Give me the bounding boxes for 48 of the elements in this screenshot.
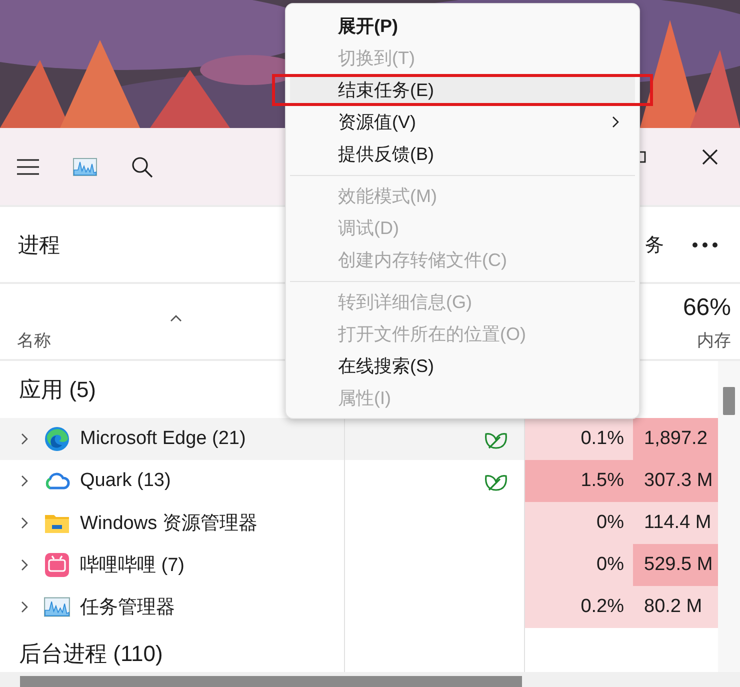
cpu-cell: 0.1%	[524, 418, 633, 460]
group-title: 后台进程 (110)	[18, 640, 164, 668]
tv-app-icon	[44, 552, 70, 578]
expand-chevron-icon[interactable]	[21, 475, 28, 487]
end-task-button[interactable]: 务	[645, 232, 664, 258]
menu-item[interactable]: 提供反馈(B)	[290, 138, 635, 170]
process-row[interactable]: 哔哩哔哩 (7) 0% 529.5 M	[0, 544, 718, 586]
cpu-cell: 0%	[524, 544, 633, 586]
activity-chart-icon	[73, 158, 97, 176]
memory-cell: 307.3 M	[633, 460, 718, 502]
menu-item[interactable]: 资源值(V)	[290, 106, 635, 138]
edge-browser-icon	[44, 426, 70, 452]
cpu-cell: 1.5%	[524, 460, 633, 502]
menu-icon[interactable]	[17, 158, 39, 174]
process-row[interactable]: Microsoft Edge (21) 0.1% 1,897.2	[0, 418, 718, 460]
search-icon[interactable]	[131, 156, 153, 178]
process-name: Microsoft Edge (21)	[80, 428, 246, 450]
process-row[interactable]: Windows 资源管理器 0% 114.4 M	[0, 502, 718, 544]
process-name: Windows 资源管理器	[80, 512, 258, 536]
expand-chevron-icon[interactable]	[21, 559, 28, 571]
group-title: 应用 (5)	[18, 376, 97, 404]
cpu-cell: 0.2%	[524, 586, 633, 628]
cloud-icon	[44, 470, 70, 492]
memory-column-header[interactable]: 内存	[697, 329, 731, 352]
memory-cell: 80.2 M	[633, 586, 718, 628]
scrollbar-thumb[interactable]	[723, 387, 735, 415]
memory-cell: 114.4 M	[633, 502, 718, 544]
menu-item[interactable]: 在线搜索(S)	[290, 350, 635, 382]
process-row[interactable]: Quark (13) 1.5% 307.3 M	[0, 460, 718, 502]
close-icon[interactable]	[702, 148, 718, 164]
process-name: 任务管理器	[80, 596, 175, 620]
activity-chart-icon	[44, 597, 70, 617]
expand-chevron-icon[interactable]	[21, 601, 28, 613]
process-name: 哔哩哔哩 (7)	[80, 554, 184, 578]
more-icon[interactable]	[692, 242, 718, 248]
menu-item[interactable]: 展开(P)	[290, 10, 635, 42]
folder-icon	[44, 512, 70, 534]
memory-cell: 529.5 M	[633, 544, 718, 586]
process-name: Quark (13)	[80, 470, 171, 492]
memory-cell: 1,897.2	[633, 418, 718, 460]
sort-caret-icon	[170, 315, 182, 322]
process-row[interactable]: 任务管理器 0.2% 80.2 M	[0, 586, 718, 628]
cpu-cell: 0%	[524, 502, 633, 544]
expand-chevron-icon[interactable]	[21, 517, 28, 529]
memory-usage-percent: 66%	[682, 294, 731, 322]
page-title: 进程	[18, 232, 60, 258]
expand-chevron-icon[interactable]	[21, 433, 28, 445]
scrollbar-thumb[interactable]	[20, 676, 522, 687]
